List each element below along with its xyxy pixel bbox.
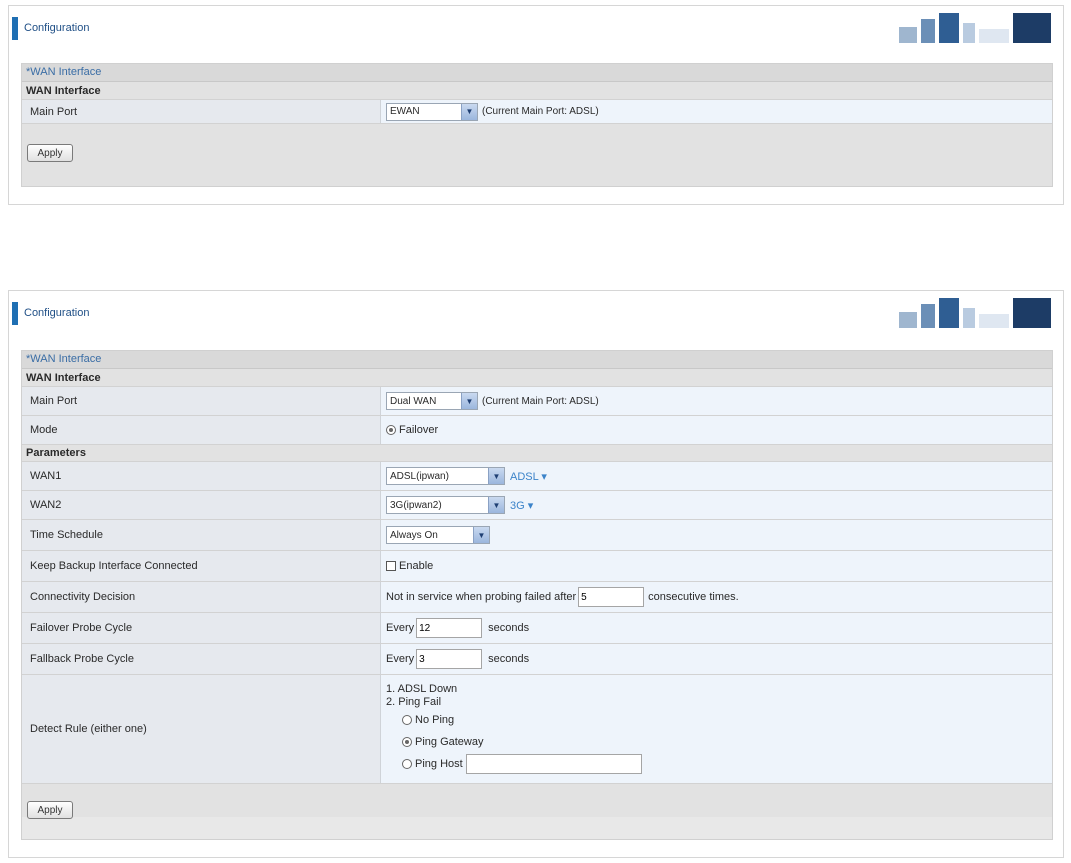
- main-port-select[interactable]: Dual WAN ▼: [386, 392, 478, 410]
- chevron-down-icon: ▼: [488, 468, 504, 484]
- no-ping-radio[interactable]: [402, 715, 412, 725]
- chevron-down-icon: ▼: [461, 393, 477, 409]
- connectivity-row: Connectivity Decision Not in service whe…: [22, 582, 1052, 613]
- wan1-select[interactable]: ADSL(ipwan) ▼: [386, 467, 505, 485]
- connectivity-prefix: Not in service when probing failed after: [386, 591, 577, 603]
- chevron-down-icon: ▼: [461, 103, 477, 120]
- current-main-port: (Current Main Port: ADSL): [482, 395, 599, 407]
- detect-rule-label: Detect Rule (either one): [22, 675, 381, 783]
- frame-title: *WAN Interface: [22, 351, 1052, 369]
- main-port-label: Main Port: [22, 100, 381, 123]
- main-port-row: Main Port Dual WAN ▼ (Current Main Port:…: [22, 387, 1052, 416]
- detect-rule-row: Detect Rule (either one) 1. ADSL Down 2.…: [22, 675, 1052, 784]
- page-title: Configuration: [24, 22, 90, 34]
- panel-header: Configuration: [9, 291, 1063, 335]
- seconds-label: seconds: [488, 653, 530, 665]
- ping-host-radio[interactable]: [402, 759, 412, 769]
- no-ping-option[interactable]: No Ping: [402, 709, 454, 731]
- seconds-label: seconds: [488, 622, 530, 634]
- mode-label: Mode: [22, 416, 381, 444]
- failover-probe-input[interactable]: [416, 618, 483, 638]
- header-accent-bar: [12, 17, 18, 40]
- detect-rule-ping-fail: 2. Ping Fail: [386, 696, 442, 708]
- wan2-select[interactable]: 3G(ipwan2) ▼: [386, 496, 505, 514]
- panel-header: Configuration: [9, 6, 1063, 50]
- apply-button[interactable]: Apply: [27, 144, 73, 162]
- chevron-down-icon: ▼: [488, 497, 504, 513]
- main-port-row: Main Port EWAN ▼ (Current Main Port: ADS…: [22, 100, 1052, 124]
- time-schedule-select[interactable]: Always On ▼: [386, 526, 490, 544]
- fallback-probe-input[interactable]: [416, 649, 483, 669]
- failover-label: Failover: [399, 424, 439, 436]
- connectivity-suffix: consecutive times.: [648, 591, 739, 603]
- section-wan-interface: WAN Interface: [22, 369, 1052, 387]
- section-wan-interface: WAN Interface: [22, 82, 1052, 100]
- ping-host-option[interactable]: Ping Host: [402, 753, 642, 775]
- apply-button[interactable]: Apply: [27, 801, 73, 819]
- page-title: Configuration: [24, 307, 90, 319]
- wan-interface-panel-dual: Configuration *WAN Interface WAN Interfa…: [8, 290, 1064, 858]
- wan-interface-frame: *WAN Interface WAN Interface Main Port E…: [21, 63, 1053, 187]
- wan-interface-panel-ewan: Configuration *WAN Interface WAN Interfa…: [8, 5, 1064, 205]
- button-area: Apply: [22, 784, 1052, 819]
- every-label: Every: [386, 653, 415, 665]
- banner-art-icon: [899, 13, 1051, 43]
- wan2-label: WAN2: [22, 491, 381, 519]
- wan1-label: WAN1: [22, 462, 381, 490]
- keep-backup-label: Keep Backup Interface Connected: [22, 551, 381, 581]
- wan1-link[interactable]: ADSL ▾: [510, 470, 547, 483]
- wan1-row: WAN1 ADSL(ipwan) ▼ ADSL ▾: [22, 462, 1052, 491]
- connectivity-label: Connectivity Decision: [22, 582, 381, 612]
- failover-probe-row: Failover Probe Cycle Every seconds: [22, 613, 1052, 644]
- enable-checkbox[interactable]: [386, 561, 396, 571]
- section-parameters: Parameters: [22, 445, 1052, 462]
- detect-rule-adsl-down: 1. ADSL Down: [386, 683, 458, 695]
- frame-title: *WAN Interface: [22, 64, 1052, 82]
- every-label: Every: [386, 622, 415, 634]
- failover-radio[interactable]: [386, 425, 396, 435]
- wan2-row: WAN2 3G(ipwan2) ▼ 3G ▾: [22, 491, 1052, 520]
- ping-host-input[interactable]: [465, 754, 642, 774]
- main-port-label: Main Port: [22, 387, 381, 415]
- keep-backup-row: Keep Backup Interface Connected Enable: [22, 551, 1052, 582]
- main-port-select[interactable]: EWAN ▼: [386, 102, 478, 121]
- ping-gateway-option[interactable]: Ping Gateway: [402, 731, 483, 753]
- banner-art-icon: [899, 298, 1051, 328]
- time-schedule-row: Time Schedule Always On ▼: [22, 520, 1052, 551]
- wan-interface-frame: *WAN Interface WAN Interface Main Port D…: [21, 350, 1053, 840]
- button-area: Apply: [22, 124, 1052, 186]
- current-main-port: (Current Main Port: ADSL): [482, 106, 599, 117]
- wan2-link[interactable]: 3G ▾: [510, 499, 533, 512]
- enable-label: Enable: [399, 560, 434, 572]
- header-accent-bar: [12, 302, 18, 325]
- chevron-down-icon: ▼: [473, 527, 489, 543]
- connectivity-times-input[interactable]: [578, 587, 645, 607]
- mode-row: Mode Failover: [22, 416, 1052, 445]
- fallback-probe-label: Fallback Probe Cycle: [22, 644, 381, 674]
- failover-probe-label: Failover Probe Cycle: [22, 613, 381, 643]
- fallback-probe-row: Fallback Probe Cycle Every seconds: [22, 644, 1052, 675]
- time-schedule-label: Time Schedule: [22, 520, 381, 550]
- ping-gateway-radio[interactable]: [402, 737, 412, 747]
